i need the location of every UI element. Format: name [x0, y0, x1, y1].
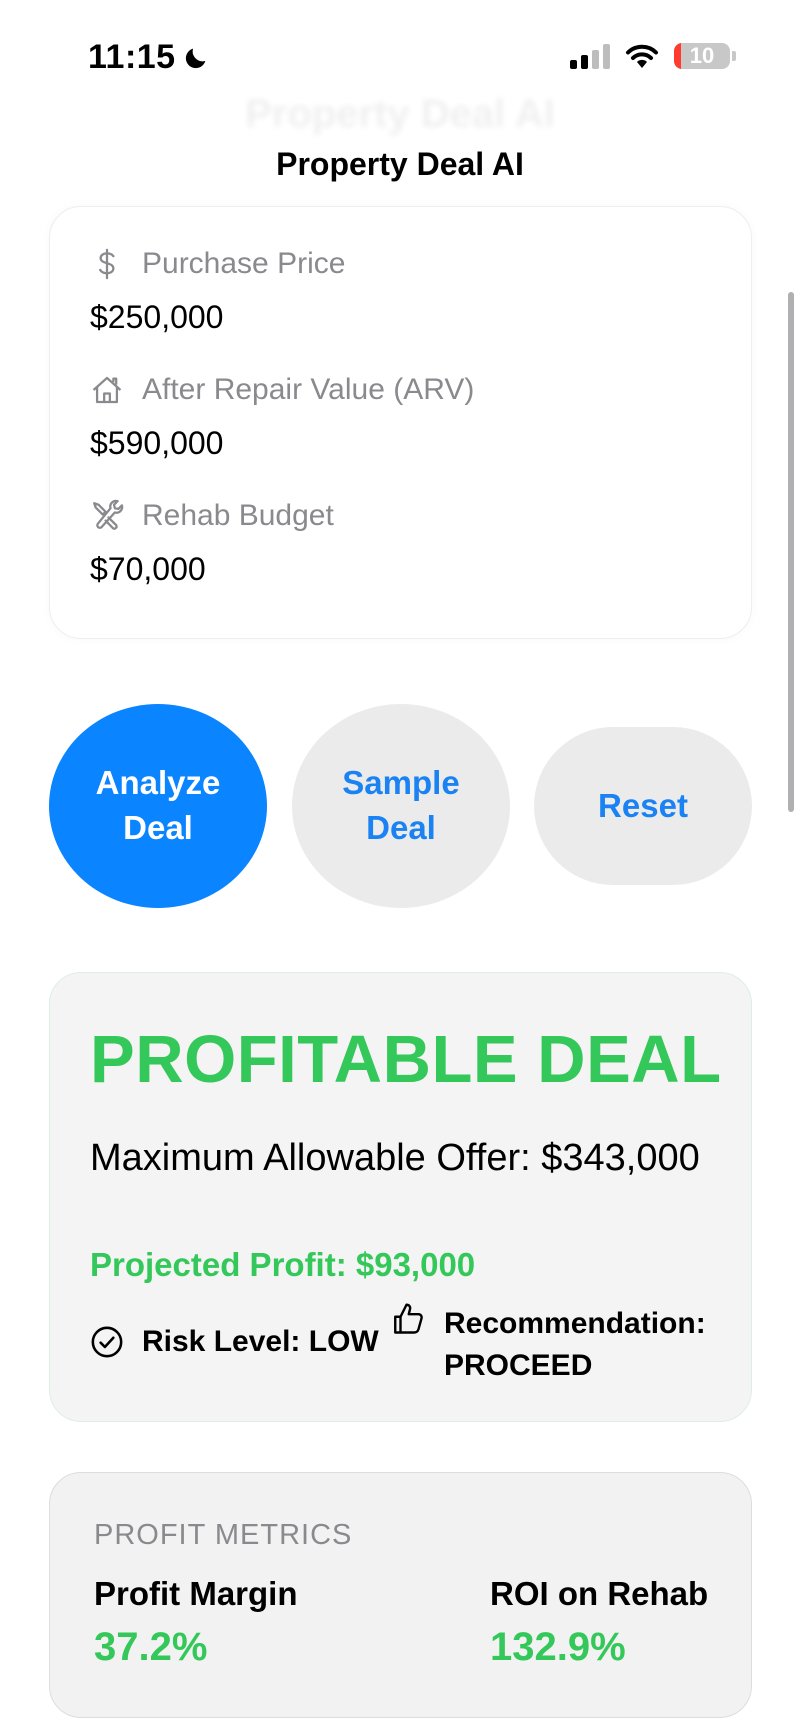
arv-label: After Repair Value (ARV): [90, 373, 474, 407]
sample-deal-button[interactable]: Sample Deal: [292, 704, 510, 908]
rehab-budget-value[interactable]: $70,000: [90, 551, 334, 588]
rehab-budget-field[interactable]: Rehab Budget $70,000: [90, 499, 334, 588]
recommendation: Recommendation: PROCEED: [390, 1303, 714, 1387]
scroll-indicator[interactable]: [788, 292, 794, 812]
checkmark-circle-icon: [91, 1326, 123, 1358]
page-title: Property Deal AI: [276, 146, 524, 182]
deal-verdict: PROFITABLE DEAL: [90, 1022, 722, 1097]
rehab-budget-label-text: Rehab Budget: [142, 499, 334, 532]
purchase-price-value[interactable]: $250,000: [90, 299, 345, 336]
battery-cap: [732, 51, 736, 61]
profit-margin-metric: Profit Margin 37.2%: [94, 1575, 298, 1670]
status-indicators: 10: [570, 42, 736, 70]
house-icon: [92, 376, 122, 404]
purchase-price-label: Purchase Price: [90, 247, 345, 281]
roi-rehab-value: 132.9%: [490, 1625, 626, 1669]
profit-margin-label: Profit Margin: [94, 1575, 298, 1612]
battery-icon: 10: [674, 43, 730, 69]
purchase-price-field[interactable]: Purchase Price $250,000: [90, 247, 345, 336]
thumbs-up-icon: [394, 1303, 423, 1334]
tools-icon: [93, 499, 124, 530]
metrics-heading: PROFIT METRICS: [94, 1519, 353, 1551]
deal-result-card: PROFITABLE DEAL Maximum Allowable Offer:…: [49, 972, 752, 1422]
reset-button[interactable]: Reset: [534, 727, 752, 885]
large-title-ghost: Property Deal AI: [245, 92, 555, 136]
moon-icon: [185, 48, 205, 68]
purchase-price-label-text: Purchase Price: [142, 247, 346, 280]
cellular-signal-icon: [570, 43, 610, 69]
max-allowable-offer: Maximum Allowable Offer: $343,000: [90, 1137, 700, 1179]
status-time-text: 11:15: [88, 38, 176, 76]
projected-profit: Projected Profit: $93,000: [90, 1246, 476, 1283]
risk-level-text: Risk Level: LOW: [142, 1325, 379, 1358]
roi-rehab-metric: ROI on Rehab 132.9%: [490, 1575, 708, 1670]
app-screen: 11:15 10 Property Deal AI Property Deal …: [0, 0, 800, 1731]
rehab-budget-label: Rehab Budget: [90, 499, 334, 533]
dollar-icon: [99, 248, 115, 280]
recommendation-text: Recommendation: PROCEED: [444, 1307, 706, 1382]
arv-field[interactable]: After Repair Value (ARV) $590,000: [90, 373, 474, 462]
status-time: 11:15: [88, 38, 210, 77]
risk-level: Risk Level: LOW: [90, 1325, 379, 1359]
arv-value[interactable]: $590,000: [90, 425, 474, 462]
battery-level: 10: [689, 43, 715, 68]
arv-label-text: After Repair Value (ARV): [142, 373, 475, 406]
profit-margin-value: 37.2%: [94, 1625, 208, 1669]
wifi-icon: [626, 44, 658, 68]
profit-metrics-card: PROFIT METRICS Profit Margin 37.2% ROI o…: [49, 1472, 752, 1718]
deal-inputs-card: Purchase Price $250,000 After Repair Val…: [49, 206, 752, 639]
analyze-deal-button[interactable]: Analyze Deal: [49, 704, 267, 908]
roi-rehab-label: ROI on Rehab: [490, 1575, 709, 1612]
